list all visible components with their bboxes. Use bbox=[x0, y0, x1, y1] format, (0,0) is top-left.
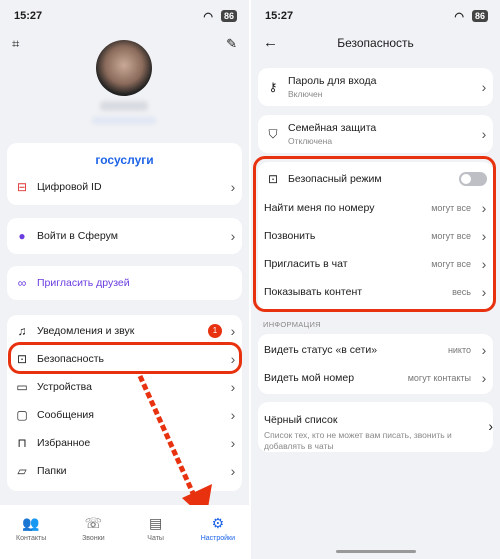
folders-item[interactable]: ▱ Папки › bbox=[7, 457, 242, 485]
wifi-icon: ◠ bbox=[454, 11, 464, 23]
family-item[interactable]: ⛉ Семейная защита Отключена › bbox=[258, 120, 493, 148]
chevron-right-icon: › bbox=[230, 463, 236, 479]
nav-contacts-label: Контакты bbox=[16, 535, 47, 542]
blacklist-item[interactable]: Чёрный список Список тех, кто не может в… bbox=[264, 410, 473, 451]
chevron-right-icon: › bbox=[230, 379, 236, 395]
bookmark-icon: ⊓ bbox=[17, 436, 27, 450]
status-time: 15:27 bbox=[14, 10, 43, 22]
chevron-right-icon: › bbox=[481, 79, 487, 95]
chevron-right-icon: › bbox=[230, 407, 236, 423]
page-title: Безопасность bbox=[337, 36, 414, 50]
favorites-label: Избранное bbox=[37, 437, 91, 449]
digital-id-icon: ⊟ bbox=[16, 180, 28, 194]
nav-contacts[interactable]: 👥 Контакты bbox=[0, 505, 62, 559]
nav-settings[interactable]: ⚙ Настройки bbox=[187, 505, 249, 559]
chevron-right-icon: › bbox=[230, 179, 236, 195]
password-title: Пароль для входа bbox=[288, 75, 377, 87]
chevron-right-icon: › bbox=[230, 228, 236, 244]
key-icon: ⚷ bbox=[268, 80, 278, 94]
info-item-number[interactable]: Видеть мой номер могут контакты › bbox=[258, 364, 493, 392]
nav-calls-label: Звонки bbox=[82, 535, 105, 542]
blacklist-label: Чёрный список bbox=[264, 414, 338, 426]
security-screen: 15:27 ◠ 86 ← Безопасность ⚷ Пароль для в… bbox=[251, 0, 500, 559]
privacy-highlight bbox=[253, 156, 496, 312]
password-status: Включен bbox=[288, 89, 323, 99]
phone-icon: ☏ bbox=[84, 515, 103, 531]
invite-label: Пригласить друзей bbox=[37, 277, 130, 289]
blacklist-description: Список тех, кто не может вам писать, зво… bbox=[264, 430, 452, 451]
messages-item[interactable]: ▢ Сообщения › bbox=[7, 401, 242, 429]
messages-label: Сообщения bbox=[37, 409, 94, 421]
folders-label: Папки bbox=[37, 465, 67, 477]
edit-icon[interactable]: ✎ bbox=[226, 36, 237, 52]
chevron-right-icon: › bbox=[481, 126, 487, 142]
shield-icon: ⛉ bbox=[268, 126, 278, 141]
invite-item[interactable]: ∞ Пригласить друзей bbox=[7, 269, 242, 297]
profile-username-blurred bbox=[92, 117, 156, 124]
gosuslugi-card: госуслуги ⊟ Цифровой ID › bbox=[7, 143, 242, 205]
notifications-item[interactable]: ♫ Уведомления и звук 1 › bbox=[7, 317, 242, 345]
family-card[interactable]: ⛉ Семейная защита Отключена › bbox=[258, 115, 493, 153]
message-icon: ▢ bbox=[16, 408, 28, 422]
home-indicator bbox=[335, 550, 416, 553]
chevron-right-icon: › bbox=[230, 435, 236, 451]
devices-label: Устройства bbox=[37, 381, 92, 393]
chevron-right-icon: › bbox=[230, 323, 236, 339]
digital-id-label: Цифровой ID bbox=[37, 181, 102, 193]
info-label: Видеть статус «в сети» bbox=[264, 344, 378, 356]
profile-name-blurred bbox=[100, 101, 148, 111]
status-bar: 15:27 ◠ 86 bbox=[251, 0, 500, 30]
info-value: никто bbox=[447, 345, 471, 355]
info-label: Видеть мой номер bbox=[264, 372, 355, 384]
chevron-right-icon: › bbox=[488, 418, 493, 434]
notifications-badge: 1 bbox=[208, 324, 222, 338]
sferum-card[interactable]: ● Войти в Сферум › bbox=[7, 218, 242, 254]
settings-screen: 15:27 ◠ 86 ⌗ ✎ госуслуги ⊟ Цифровой ID ›… bbox=[0, 0, 249, 559]
chat-icon: ▤ bbox=[149, 515, 163, 531]
devices-icon: ▭ bbox=[16, 380, 28, 394]
password-item[interactable]: ⚷ Пароль для входа Включен › bbox=[258, 73, 493, 101]
info-card: Видеть статус «в сети» никто › Видеть мо… bbox=[258, 334, 493, 394]
family-label: Семейная защита Отключена bbox=[288, 122, 475, 146]
security-highlight bbox=[8, 342, 242, 374]
nav-chats-label: Чаты bbox=[147, 535, 164, 542]
bell-icon: ♫ bbox=[17, 324, 27, 338]
contacts-icon: 👥 bbox=[22, 515, 40, 531]
sferum-label: Войти в Сферум bbox=[37, 230, 118, 242]
avatar[interactable] bbox=[96, 40, 152, 96]
status-time: 15:27 bbox=[265, 10, 294, 22]
favorites-item[interactable]: ⊓ Избранное › bbox=[7, 429, 242, 457]
wifi-icon: ◠ bbox=[203, 11, 213, 23]
nav-settings-label: Настройки bbox=[200, 535, 236, 542]
bottom-nav: 👥 Контакты ☏ Звонки ▤ Чаты ⚙ Настройки bbox=[0, 505, 249, 559]
battery-indicator: 86 bbox=[220, 10, 237, 22]
nav-chats[interactable]: ▤ Чаты bbox=[125, 505, 187, 559]
family-status: Отключена bbox=[288, 136, 333, 146]
sferum-icon: ● bbox=[18, 229, 26, 243]
digital-id-item[interactable]: ⊟ Цифровой ID › bbox=[7, 173, 242, 201]
header: ← Безопасность bbox=[251, 32, 500, 56]
notifications-label: Уведомления и звук bbox=[37, 325, 135, 337]
password-label: Пароль для входа Включен bbox=[288, 75, 475, 99]
blacklist-card[interactable]: Чёрный список Список тех, кто не может в… bbox=[258, 402, 493, 452]
nav-calls[interactable]: ☏ Звонки bbox=[62, 505, 124, 559]
chevron-right-icon: › bbox=[481, 370, 487, 386]
chevron-right-icon: › bbox=[481, 342, 487, 358]
info-value: могут контакты bbox=[407, 373, 471, 383]
battery-indicator: 86 bbox=[471, 10, 488, 22]
qr-icon[interactable]: ⌗ bbox=[12, 36, 19, 52]
info-item-online[interactable]: Видеть статус «в сети» никто › bbox=[258, 336, 493, 364]
family-title: Семейная защита bbox=[288, 122, 377, 134]
sferum-item[interactable]: ● Войти в Сферум › bbox=[7, 222, 242, 250]
devices-item[interactable]: ▭ Устройства › bbox=[7, 373, 242, 401]
folder-icon: ▱ bbox=[17, 464, 27, 478]
password-card[interactable]: ⚷ Пароль для входа Включен › bbox=[258, 68, 493, 106]
status-bar: 15:27 ◠ 86 bbox=[0, 0, 249, 30]
gosuslugi-logo: госуслуги bbox=[95, 153, 154, 167]
section-info-header: ИНФОРМАЦИЯ bbox=[263, 320, 321, 329]
invite-card[interactable]: ∞ Пригласить друзей bbox=[7, 266, 242, 300]
link-icon: ∞ bbox=[17, 276, 27, 290]
gear-icon: ⚙ bbox=[211, 515, 225, 531]
